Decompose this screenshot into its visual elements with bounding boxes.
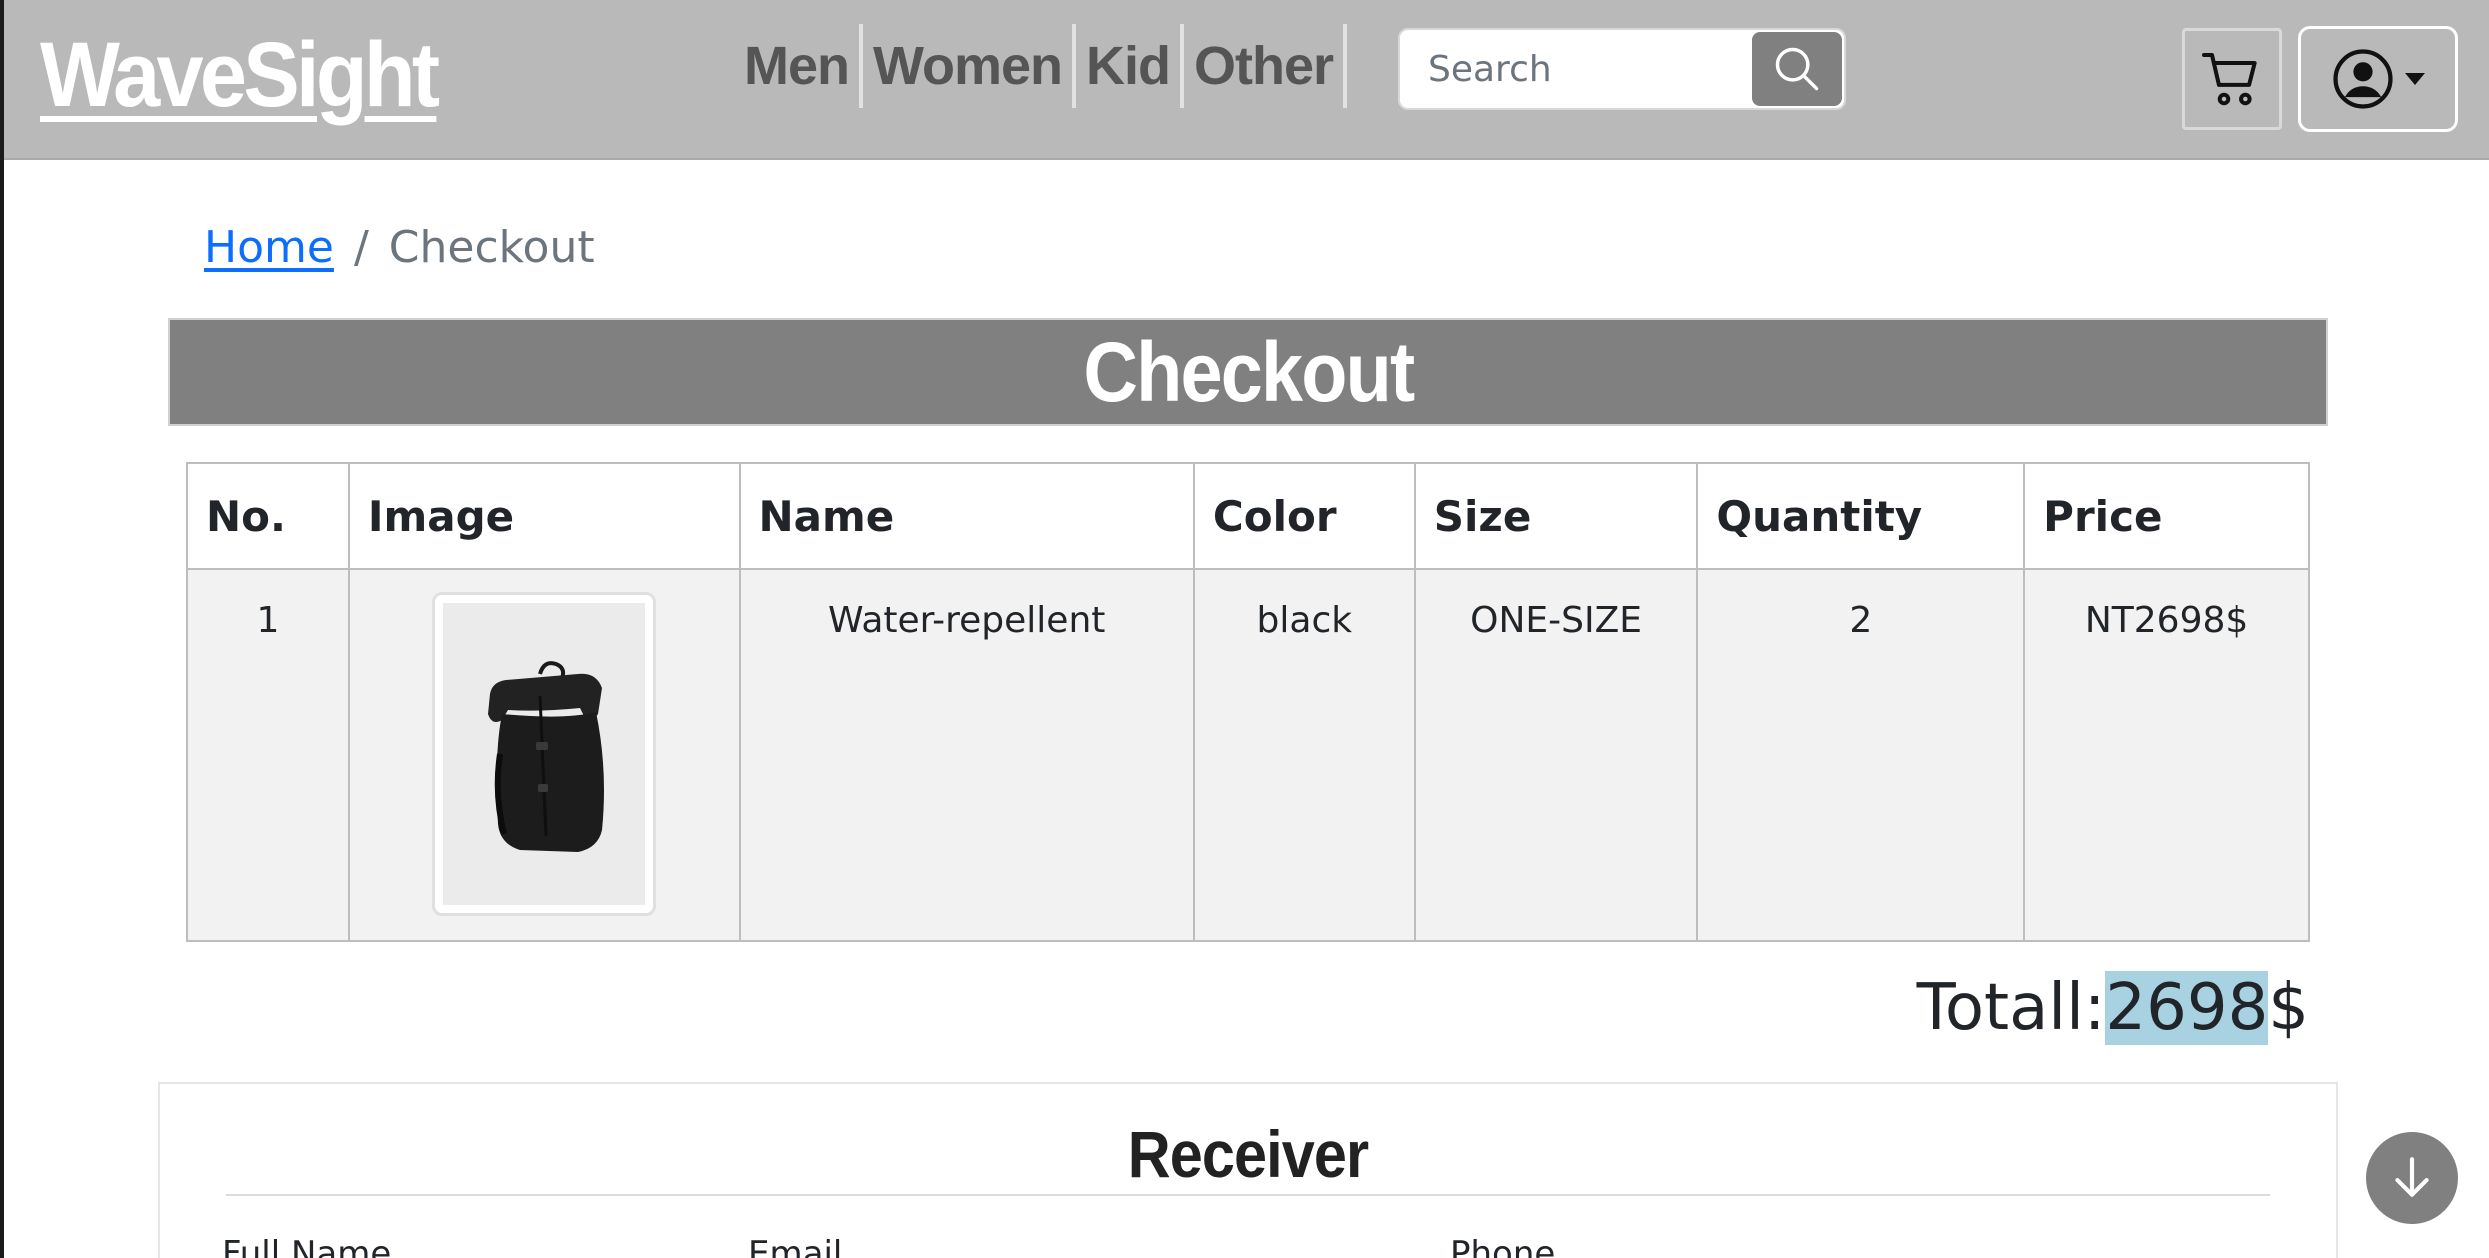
column-header-image: Image bbox=[347, 462, 741, 570]
cell-size: ONE-SIZE bbox=[1413, 568, 1699, 942]
total-currency: $ bbox=[2268, 971, 2309, 1045]
table-row: 1 Water-repellent black ONE-SIZE 2 NT269… bbox=[186, 568, 2310, 942]
table-header-row: No. Image Name Color Size Quantity Price bbox=[186, 462, 2310, 570]
product-thumbnail[interactable] bbox=[432, 592, 657, 916]
column-header-size: Size bbox=[1413, 462, 1699, 570]
total-label: Totall: bbox=[1916, 971, 2106, 1045]
breadcrumb-current: Checkout bbox=[388, 222, 595, 273]
arrow-down-icon bbox=[2395, 1157, 2429, 1197]
receiver-card: Receiver bbox=[158, 1082, 2338, 1258]
search-bar bbox=[1398, 28, 1846, 110]
receiver-divider bbox=[226, 1194, 2270, 1196]
user-circle-icon bbox=[2333, 49, 2393, 109]
cell-name: Water-repellent bbox=[738, 568, 1195, 942]
cell-quantity: 2 bbox=[1696, 568, 2026, 942]
column-header-price: Price bbox=[2023, 462, 2310, 570]
window-edge bbox=[0, 0, 4, 1258]
user-menu-button[interactable] bbox=[2298, 26, 2458, 132]
cart-icon bbox=[2202, 53, 2257, 106]
column-header-no: No. bbox=[186, 462, 350, 570]
page-title: Checkout bbox=[1082, 324, 1415, 419]
phone-label: Phone bbox=[1450, 1234, 1556, 1258]
column-header-color: Color bbox=[1192, 462, 1416, 570]
brand-logo[interactable]: WaveSight bbox=[40, 20, 440, 130]
cell-price: NT2698$ bbox=[2023, 568, 2310, 942]
cart-button[interactable] bbox=[2182, 28, 2282, 130]
order-total: Totall:2698$ bbox=[1917, 968, 2309, 1048]
search-input[interactable] bbox=[1400, 30, 1750, 108]
nav-item-other[interactable]: Other bbox=[1184, 24, 1348, 108]
breadcrumb-home-link[interactable]: Home bbox=[204, 218, 334, 278]
navbar: WaveSight Men Women Kid Other bbox=[4, 0, 2489, 160]
caret-down-icon bbox=[2405, 73, 2425, 85]
product-image-frame bbox=[443, 603, 646, 905]
search-button[interactable] bbox=[1752, 32, 1842, 106]
total-value: 2698 bbox=[2105, 971, 2269, 1045]
breadcrumb-separator: / bbox=[353, 222, 369, 273]
column-header-quantity: Quantity bbox=[1696, 462, 2026, 570]
cell-no: 1 bbox=[186, 568, 350, 942]
cell-color: black bbox=[1192, 568, 1416, 942]
receiver-title: Receiver bbox=[1127, 1117, 1369, 1191]
full-name-label: Full Name bbox=[222, 1234, 392, 1258]
checkout-header: Checkout bbox=[168, 318, 2328, 426]
cell-image bbox=[347, 568, 741, 942]
checkout-table: No. Image Name Color Size Quantity Price… bbox=[186, 462, 2310, 942]
backpack-image bbox=[488, 661, 605, 852]
search-icon bbox=[1775, 47, 1819, 91]
column-header-name: Name bbox=[738, 462, 1195, 570]
email-label: Email bbox=[748, 1234, 843, 1258]
nav-item-men[interactable]: Men bbox=[738, 24, 863, 108]
nav-item-women[interactable]: Women bbox=[863, 24, 1077, 108]
scroll-down-button[interactable] bbox=[2366, 1132, 2458, 1224]
nav-item-kid[interactable]: Kid bbox=[1076, 24, 1185, 108]
category-nav: Men Women Kid Other bbox=[738, 24, 1348, 108]
breadcrumb: Home / Checkout bbox=[204, 218, 595, 278]
